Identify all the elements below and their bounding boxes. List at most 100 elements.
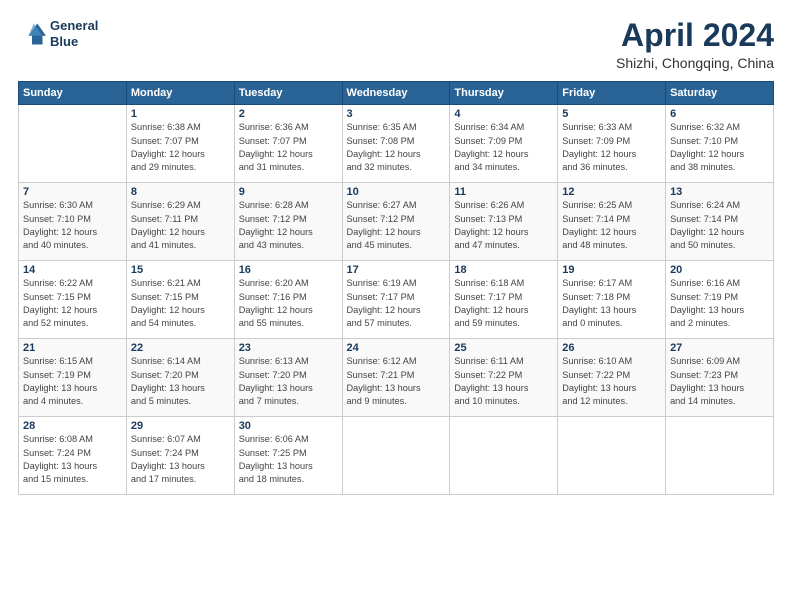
day-info: Sunrise: 6:11 AMSunset: 7:22 PMDaylight:… <box>454 355 553 408</box>
table-row: 11Sunrise: 6:26 AMSunset: 7:13 PMDayligh… <box>450 183 558 261</box>
day-number: 15 <box>131 264 230 276</box>
month-title: April 2024 <box>616 18 774 53</box>
table-row: 14Sunrise: 6:22 AMSunset: 7:15 PMDayligh… <box>19 261 127 339</box>
col-sunday: Sunday <box>19 82 127 105</box>
day-info: Sunrise: 6:26 AMSunset: 7:13 PMDaylight:… <box>454 199 553 252</box>
day-number: 26 <box>562 342 661 354</box>
day-info: Sunrise: 6:24 AMSunset: 7:14 PMDaylight:… <box>670 199 769 252</box>
col-tuesday: Tuesday <box>234 82 342 105</box>
table-row: 17Sunrise: 6:19 AMSunset: 7:17 PMDayligh… <box>342 261 450 339</box>
table-row <box>450 417 558 495</box>
day-info: Sunrise: 6:07 AMSunset: 7:24 PMDaylight:… <box>131 433 230 486</box>
day-number: 24 <box>347 342 446 354</box>
table-row: 10Sunrise: 6:27 AMSunset: 7:12 PMDayligh… <box>342 183 450 261</box>
day-info: Sunrise: 6:21 AMSunset: 7:15 PMDaylight:… <box>131 277 230 330</box>
day-number: 5 <box>562 108 661 120</box>
table-row: 24Sunrise: 6:12 AMSunset: 7:21 PMDayligh… <box>342 339 450 417</box>
logo-icon <box>18 20 46 48</box>
day-info: Sunrise: 6:08 AMSunset: 7:24 PMDaylight:… <box>23 433 122 486</box>
day-number: 1 <box>131 108 230 120</box>
day-number: 6 <box>670 108 769 120</box>
table-row: 3Sunrise: 6:35 AMSunset: 7:08 PMDaylight… <box>342 105 450 183</box>
table-row: 1Sunrise: 6:38 AMSunset: 7:07 PMDaylight… <box>126 105 234 183</box>
day-info: Sunrise: 6:25 AMSunset: 7:14 PMDaylight:… <box>562 199 661 252</box>
logo-line2: Blue <box>50 34 98 50</box>
day-number: 23 <box>239 342 338 354</box>
day-info: Sunrise: 6:16 AMSunset: 7:19 PMDaylight:… <box>670 277 769 330</box>
table-row <box>19 105 127 183</box>
table-row: 8Sunrise: 6:29 AMSunset: 7:11 PMDaylight… <box>126 183 234 261</box>
day-info: Sunrise: 6:17 AMSunset: 7:18 PMDaylight:… <box>562 277 661 330</box>
day-info: Sunrise: 6:32 AMSunset: 7:10 PMDaylight:… <box>670 121 769 174</box>
table-row: 27Sunrise: 6:09 AMSunset: 7:23 PMDayligh… <box>666 339 774 417</box>
col-monday: Monday <box>126 82 234 105</box>
day-number: 11 <box>454 186 553 198</box>
title-block: April 2024 Shizhi, Chongqing, China <box>616 18 774 71</box>
day-info: Sunrise: 6:06 AMSunset: 7:25 PMDaylight:… <box>239 433 338 486</box>
table-row: 23Sunrise: 6:13 AMSunset: 7:20 PMDayligh… <box>234 339 342 417</box>
table-row: 25Sunrise: 6:11 AMSunset: 7:22 PMDayligh… <box>450 339 558 417</box>
day-info: Sunrise: 6:19 AMSunset: 7:17 PMDaylight:… <box>347 277 446 330</box>
day-number: 2 <box>239 108 338 120</box>
day-info: Sunrise: 6:15 AMSunset: 7:19 PMDaylight:… <box>23 355 122 408</box>
day-number: 21 <box>23 342 122 354</box>
day-number: 12 <box>562 186 661 198</box>
table-row: 21Sunrise: 6:15 AMSunset: 7:19 PMDayligh… <box>19 339 127 417</box>
col-friday: Friday <box>558 82 666 105</box>
day-info: Sunrise: 6:38 AMSunset: 7:07 PMDaylight:… <box>131 121 230 174</box>
day-number: 8 <box>131 186 230 198</box>
location: Shizhi, Chongqing, China <box>616 55 774 71</box>
day-number: 7 <box>23 186 122 198</box>
day-number: 30 <box>239 420 338 432</box>
day-info: Sunrise: 6:12 AMSunset: 7:21 PMDaylight:… <box>347 355 446 408</box>
table-row: 15Sunrise: 6:21 AMSunset: 7:15 PMDayligh… <box>126 261 234 339</box>
table-row <box>558 417 666 495</box>
logo: General Blue <box>18 18 98 49</box>
day-info: Sunrise: 6:20 AMSunset: 7:16 PMDaylight:… <box>239 277 338 330</box>
day-number: 19 <box>562 264 661 276</box>
day-number: 3 <box>347 108 446 120</box>
table-row: 9Sunrise: 6:28 AMSunset: 7:12 PMDaylight… <box>234 183 342 261</box>
table-row: 29Sunrise: 6:07 AMSunset: 7:24 PMDayligh… <box>126 417 234 495</box>
day-info: Sunrise: 6:18 AMSunset: 7:17 PMDaylight:… <box>454 277 553 330</box>
day-number: 9 <box>239 186 338 198</box>
day-number: 4 <box>454 108 553 120</box>
day-number: 28 <box>23 420 122 432</box>
day-number: 16 <box>239 264 338 276</box>
day-number: 20 <box>670 264 769 276</box>
day-info: Sunrise: 6:34 AMSunset: 7:09 PMDaylight:… <box>454 121 553 174</box>
table-row: 4Sunrise: 6:34 AMSunset: 7:09 PMDaylight… <box>450 105 558 183</box>
day-number: 22 <box>131 342 230 354</box>
day-number: 10 <box>347 186 446 198</box>
day-info: Sunrise: 6:35 AMSunset: 7:08 PMDaylight:… <box>347 121 446 174</box>
table-row: 18Sunrise: 6:18 AMSunset: 7:17 PMDayligh… <box>450 261 558 339</box>
calendar-table: Sunday Monday Tuesday Wednesday Thursday… <box>18 81 774 495</box>
col-thursday: Thursday <box>450 82 558 105</box>
day-info: Sunrise: 6:33 AMSunset: 7:09 PMDaylight:… <box>562 121 661 174</box>
day-info: Sunrise: 6:28 AMSunset: 7:12 PMDaylight:… <box>239 199 338 252</box>
day-number: 18 <box>454 264 553 276</box>
day-number: 17 <box>347 264 446 276</box>
table-row <box>666 417 774 495</box>
day-number: 25 <box>454 342 553 354</box>
day-info: Sunrise: 6:22 AMSunset: 7:15 PMDaylight:… <box>23 277 122 330</box>
day-number: 29 <box>131 420 230 432</box>
col-wednesday: Wednesday <box>342 82 450 105</box>
day-info: Sunrise: 6:27 AMSunset: 7:12 PMDaylight:… <box>347 199 446 252</box>
day-info: Sunrise: 6:36 AMSunset: 7:07 PMDaylight:… <box>239 121 338 174</box>
table-row: 13Sunrise: 6:24 AMSunset: 7:14 PMDayligh… <box>666 183 774 261</box>
logo-line1: General <box>50 18 98 34</box>
table-row: 20Sunrise: 6:16 AMSunset: 7:19 PMDayligh… <box>666 261 774 339</box>
day-info: Sunrise: 6:14 AMSunset: 7:20 PMDaylight:… <box>131 355 230 408</box>
day-info: Sunrise: 6:29 AMSunset: 7:11 PMDaylight:… <box>131 199 230 252</box>
table-row: 22Sunrise: 6:14 AMSunset: 7:20 PMDayligh… <box>126 339 234 417</box>
day-number: 27 <box>670 342 769 354</box>
day-number: 13 <box>670 186 769 198</box>
day-info: Sunrise: 6:13 AMSunset: 7:20 PMDaylight:… <box>239 355 338 408</box>
table-row: 16Sunrise: 6:20 AMSunset: 7:16 PMDayligh… <box>234 261 342 339</box>
day-number: 14 <box>23 264 122 276</box>
table-row <box>342 417 450 495</box>
day-info: Sunrise: 6:09 AMSunset: 7:23 PMDaylight:… <box>670 355 769 408</box>
table-row: 28Sunrise: 6:08 AMSunset: 7:24 PMDayligh… <box>19 417 127 495</box>
col-saturday: Saturday <box>666 82 774 105</box>
